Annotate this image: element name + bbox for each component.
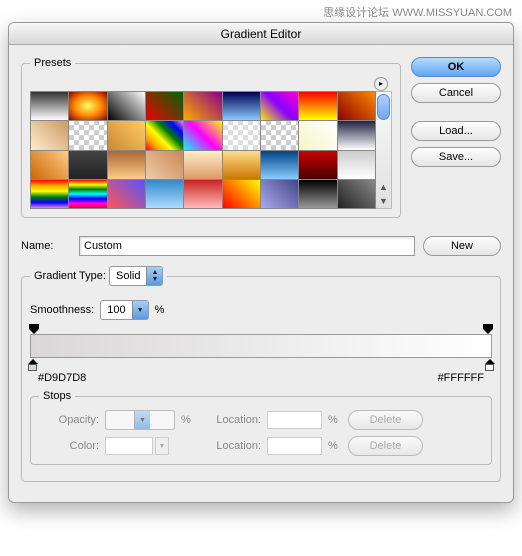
watermark: 思缘设计论坛 WWW.MISSYUAN.COM (323, 4, 512, 20)
preset-swatch[interactable] (299, 92, 336, 120)
preset-swatch[interactable] (69, 121, 106, 149)
titlebar: Gradient Editor (9, 23, 513, 45)
gradient-type-fieldset: Gradient Type: Solid ▲▼ Smoothness: 100 … (21, 266, 501, 482)
color-stop-left[interactable] (27, 359, 38, 372)
chevron-down-icon: ▼ (155, 437, 169, 455)
location-label-2: Location: (201, 440, 261, 452)
preset-swatch[interactable] (338, 92, 375, 120)
preset-swatch[interactable] (299, 121, 336, 149)
opacity-location-input (267, 411, 322, 429)
preset-swatch[interactable] (338, 121, 375, 149)
scroll-up-icon[interactable]: ▲ (376, 182, 391, 192)
preset-swatch[interactable] (338, 180, 375, 208)
preset-swatches (30, 91, 376, 209)
preset-swatch[interactable] (223, 151, 260, 179)
preset-swatch[interactable] (184, 121, 221, 149)
preset-swatch[interactable] (31, 180, 68, 208)
preset-swatch[interactable] (146, 121, 183, 149)
right-hex-label: #FFFFFF (438, 372, 484, 384)
cancel-button[interactable]: Cancel (411, 83, 501, 103)
stops-fieldset: Stops Opacity: ▼ % Location: % Delete Co… (30, 390, 492, 465)
preset-swatch[interactable] (31, 121, 68, 149)
preset-swatch[interactable] (146, 151, 183, 179)
gradient-preview-bar[interactable] (30, 334, 492, 358)
color-label: Color: (39, 440, 99, 452)
preset-swatch[interactable] (299, 151, 336, 179)
name-label: Name: (21, 240, 71, 252)
location-label-1: Location: (201, 414, 261, 426)
preset-swatch[interactable] (31, 151, 68, 179)
preset-swatch[interactable] (69, 92, 106, 120)
new-button[interactable]: New (423, 236, 501, 256)
gradient-type-legend: Gradient Type: Solid ▲▼ (30, 266, 167, 286)
opacity-stop-right[interactable] (483, 324, 493, 334)
preset-swatch[interactable] (69, 180, 106, 208)
preset-swatch[interactable] (108, 151, 145, 179)
stops-legend: Stops (39, 390, 75, 402)
opacity-label: Opacity: (39, 414, 99, 426)
preset-swatch[interactable] (223, 121, 260, 149)
presets-menu-icon[interactable]: ▸ (374, 77, 388, 91)
opacity-input: ▼ (105, 410, 175, 430)
gradient-editor-window: Gradient Editor Presets ▸ ▲ ▼ (8, 22, 514, 503)
preset-swatch[interactable] (261, 121, 298, 149)
gradient-type-select[interactable]: Solid ▲▼ (109, 266, 163, 286)
color-location-input (267, 437, 322, 455)
preset-swatch[interactable] (223, 92, 260, 120)
preset-swatch[interactable] (146, 92, 183, 120)
preset-swatch[interactable] (261, 180, 298, 208)
presets-scrollbar[interactable]: ▲ ▼ (376, 91, 392, 209)
preset-swatch[interactable] (299, 180, 336, 208)
scrollbar-thumb[interactable] (377, 94, 390, 120)
preset-swatch[interactable] (108, 180, 145, 208)
delete-opacity-button: Delete (348, 410, 423, 430)
preset-swatch[interactable] (69, 151, 106, 179)
color-stop-right[interactable] (484, 359, 495, 372)
preset-swatch[interactable] (223, 180, 260, 208)
chevron-updown-icon: ▲▼ (146, 267, 162, 285)
preset-swatch[interactable] (184, 151, 221, 179)
preset-swatch[interactable] (184, 92, 221, 120)
presets-fieldset: Presets ▸ ▲ ▼ (21, 57, 401, 218)
smoothness-input[interactable]: 100 ▼ (100, 300, 148, 320)
preset-swatch[interactable] (184, 180, 221, 208)
delete-color-button: Delete (348, 436, 423, 456)
save-button[interactable]: Save... (411, 147, 501, 167)
presets-legend: Presets (30, 57, 75, 69)
load-button[interactable]: Load... (411, 121, 501, 141)
scroll-down-icon[interactable]: ▼ (376, 196, 391, 206)
smoothness-label: Smoothness: (30, 304, 94, 316)
ok-button[interactable]: OK (411, 57, 501, 77)
name-input[interactable] (79, 236, 415, 256)
preset-swatch[interactable] (146, 180, 183, 208)
chevron-down-icon: ▼ (132, 301, 148, 319)
left-hex-label: #D9D7D8 (38, 372, 86, 384)
preset-swatch[interactable] (31, 92, 68, 120)
preset-swatch[interactable] (108, 121, 145, 149)
preset-swatch[interactable] (338, 151, 375, 179)
pct-label: % (155, 304, 165, 316)
preset-swatch[interactable] (261, 151, 298, 179)
preset-swatch[interactable] (108, 92, 145, 120)
color-swatch (105, 437, 153, 455)
opacity-stop-left[interactable] (29, 324, 39, 334)
preset-swatch[interactable] (261, 92, 298, 120)
